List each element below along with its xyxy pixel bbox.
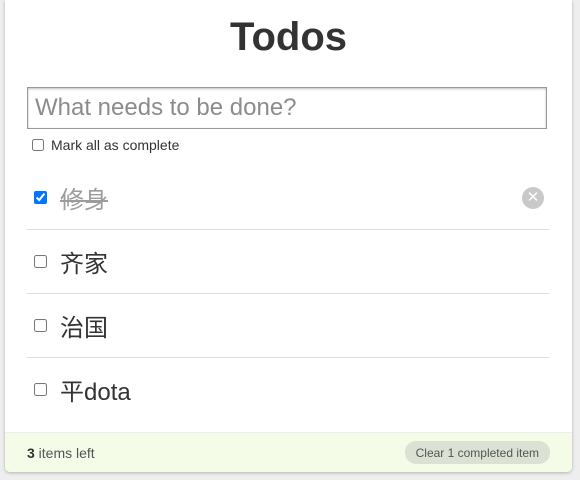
- todo-toggle-checkbox[interactable]: [34, 383, 47, 396]
- todo-count-number: 3: [27, 445, 35, 461]
- todo-text[interactable]: 治国: [60, 308, 108, 343]
- footer: 3 items left Clear 1 completed item: [5, 432, 572, 472]
- todo-item[interactable]: 修身 ✕: [27, 166, 549, 230]
- todo-count-label: items left: [34, 445, 95, 461]
- toggle-all-label: Mark all as complete: [51, 137, 180, 153]
- todo-item[interactable]: 齐家: [27, 230, 549, 294]
- todo-text[interactable]: 齐家: [60, 244, 108, 279]
- todo-list: 修身 ✕ 齐家 治国 平dota: [27, 166, 549, 421]
- todo-count: 3 items left: [27, 445, 95, 461]
- toggle-all-checkbox[interactable]: [32, 139, 44, 151]
- todo-toggle-checkbox[interactable]: [34, 191, 47, 204]
- page-title: Todos: [229, 15, 347, 59]
- new-todo-input[interactable]: [27, 87, 547, 129]
- todo-text[interactable]: 修身: [60, 180, 108, 215]
- todo-item[interactable]: 平dota: [27, 358, 549, 421]
- todo-text[interactable]: 平dota: [60, 372, 131, 407]
- toggle-all[interactable]: Mark all as complete: [32, 136, 179, 154]
- todo-item[interactable]: 治国: [27, 294, 549, 358]
- todo-toggle-checkbox[interactable]: [34, 319, 47, 332]
- clear-completed-button[interactable]: Clear 1 completed item: [404, 442, 550, 464]
- todo-toggle-checkbox[interactable]: [34, 255, 47, 268]
- todo-app: Todos Mark all as complete 修身 ✕ 齐家 治国 平d…: [5, 0, 572, 472]
- close-icon[interactable]: ✕: [522, 187, 544, 209]
